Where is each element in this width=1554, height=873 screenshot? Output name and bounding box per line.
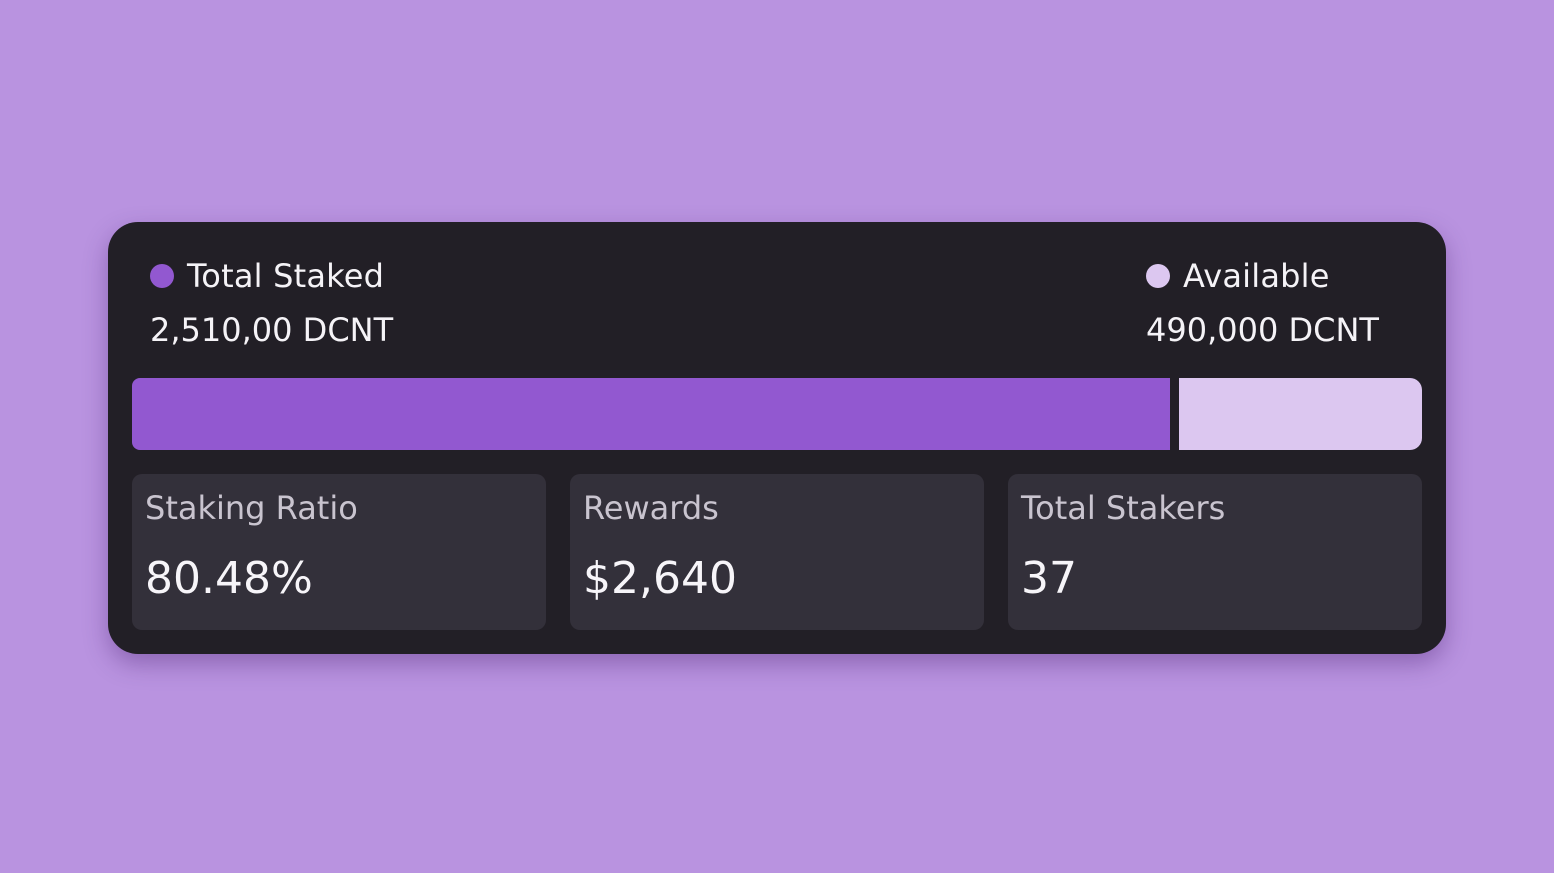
total-staked-label: Total Staked bbox=[187, 257, 385, 295]
stat-label: Total Stakers bbox=[1021, 489, 1226, 527]
available-label: Available bbox=[1183, 257, 1330, 295]
stat-label: Rewards bbox=[583, 489, 719, 527]
segment-divider bbox=[1170, 378, 1179, 450]
total-staked-value: 2,510,00 DCNT bbox=[150, 311, 394, 349]
available-dot-icon bbox=[1146, 264, 1170, 288]
stat-value: 37 bbox=[1021, 553, 1077, 604]
stat-card-staking-ratio: Staking Ratio 80.48% bbox=[132, 474, 546, 630]
stat-value: 80.48% bbox=[145, 553, 313, 604]
available-value: 490,000 DCNT bbox=[1146, 311, 1379, 349]
staked-segment bbox=[132, 378, 1170, 450]
legend-label-row: Total Staked bbox=[150, 256, 384, 296]
stats-row: Staking Ratio 80.48% Rewards $2,640 Tota… bbox=[132, 474, 1422, 630]
stat-value: $2,640 bbox=[583, 553, 737, 604]
stat-label: Staking Ratio bbox=[145, 489, 358, 527]
available-segment bbox=[1179, 378, 1422, 450]
staking-progress-bar bbox=[132, 378, 1422, 450]
stat-card-rewards: Rewards $2,640 bbox=[570, 474, 984, 630]
stat-card-total-stakers: Total Stakers 37 bbox=[1008, 474, 1422, 630]
legend-label-row: Available bbox=[1146, 256, 1330, 296]
staked-dot-icon bbox=[150, 264, 174, 288]
staking-summary-card: Total Staked 2,510,00 DCNT Available 490… bbox=[108, 222, 1446, 654]
